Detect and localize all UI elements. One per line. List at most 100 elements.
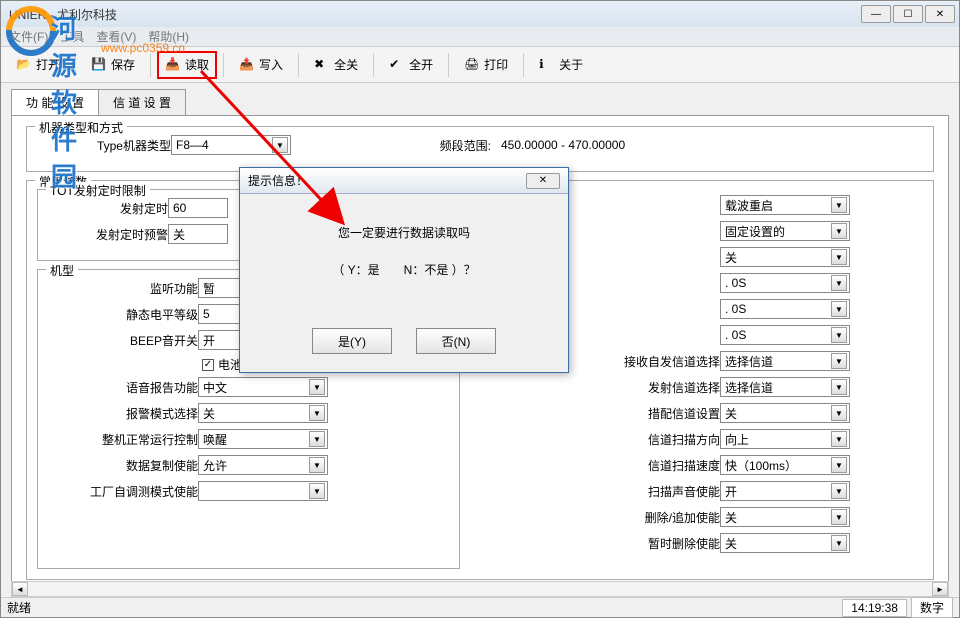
- alarm-combo[interactable]: 关▼: [198, 403, 328, 423]
- write-icon: 📤: [239, 57, 255, 73]
- group-title-1: 机器类型和方式: [35, 119, 127, 136]
- copy-combo[interactable]: 允许▼: [198, 455, 328, 475]
- status-time: 14:19:38: [842, 599, 907, 617]
- tx-timer-combo[interactable]: 60: [168, 198, 228, 218]
- write-button[interactable]: 📤写入: [230, 51, 292, 79]
- batt-save-checkbox[interactable]: ✓: [202, 359, 214, 371]
- r5-combo[interactable]: . 0S▼: [720, 299, 850, 319]
- r3-combo[interactable]: 关▼: [720, 247, 850, 267]
- chevron-down-icon[interactable]: ▼: [831, 535, 847, 551]
- allclose-icon: ✖: [314, 57, 330, 73]
- chevron-down-icon[interactable]: ▼: [831, 197, 847, 213]
- beep-label: BEEP音开关: [48, 332, 198, 349]
- tab-function[interactable]: 功 能 设 置: [11, 89, 99, 115]
- chevron-down-icon[interactable]: ▼: [831, 275, 847, 291]
- type-combo[interactable]: F8—4▼: [171, 135, 291, 155]
- voice-combo[interactable]: 中文▼: [198, 377, 328, 397]
- chevron-down-icon[interactable]: ▼: [272, 137, 288, 153]
- close-button[interactable]: ✕: [925, 5, 955, 23]
- normal-label: 整机正常运行控制: [48, 431, 198, 448]
- normal-combo[interactable]: 唤醒▼: [198, 429, 328, 449]
- tabs: 功 能 设 置 信 道 设 置: [1, 83, 959, 115]
- dialog-line2: （ Y：是 N：不是 ）？: [260, 261, 548, 278]
- r9-label: 措配信道设置: [500, 405, 720, 422]
- chevron-down-icon[interactable]: ▼: [831, 301, 847, 317]
- r14-label: 暂时删除使能: [500, 535, 720, 552]
- dialog-no-button[interactable]: 否(N): [416, 328, 496, 354]
- menu-file[interactable]: 文件(F): [9, 28, 48, 45]
- dialog-title-text: 提示信息！: [248, 172, 308, 189]
- chevron-down-icon[interactable]: ▼: [309, 405, 325, 421]
- r4-combo[interactable]: . 0S▼: [720, 273, 850, 293]
- chevron-down-icon[interactable]: ▼: [831, 483, 847, 499]
- r8-label: 发射信道选择: [500, 379, 720, 396]
- minimize-button[interactable]: —: [861, 5, 891, 23]
- copy-label: 数据复制使能: [48, 457, 198, 474]
- chevron-down-icon[interactable]: ▼: [831, 457, 847, 473]
- confirm-dialog: 提示信息！ ✕ 您一定要进行数据读取吗 （ Y：是 N：不是 ）？ 是(Y) 否…: [239, 167, 569, 373]
- scroll-right-icon[interactable]: ►: [932, 582, 948, 596]
- group-title-4: 机型: [46, 262, 78, 279]
- monitor-label: 监听功能: [48, 280, 198, 297]
- window-title: UNIER - 尤利尔科技: [5, 6, 861, 23]
- chevron-down-icon[interactable]: ▼: [831, 223, 847, 239]
- chevron-down-icon[interactable]: ▼: [831, 249, 847, 265]
- menu-help[interactable]: 帮助(H): [148, 28, 189, 45]
- chevron-down-icon[interactable]: ▼: [831, 405, 847, 421]
- dialog-line1: 您一定要进行数据读取吗: [260, 224, 548, 241]
- factory-combo[interactable]: ▼: [198, 481, 328, 501]
- chevron-down-icon[interactable]: ▼: [309, 457, 325, 473]
- tab-channel[interactable]: 信 道 设 置: [98, 89, 186, 115]
- chevron-down-icon[interactable]: ▼: [309, 431, 325, 447]
- menu-tool[interactable]: 工具: [60, 28, 84, 45]
- chevron-down-icon[interactable]: ▼: [831, 353, 847, 369]
- status-ready: 就绪: [7, 599, 31, 616]
- about-button[interactable]: ℹ关于: [530, 51, 592, 79]
- r13-label: 删除/追加使能: [500, 509, 720, 526]
- print-button[interactable]: 🖨打印: [455, 51, 517, 79]
- scroll-left-icon[interactable]: ◄: [12, 582, 28, 596]
- tx-prealarm-label: 发射定时预警: [48, 226, 168, 243]
- chevron-down-icon[interactable]: ▼: [831, 431, 847, 447]
- horizontal-scrollbar[interactable]: ◄ ►: [11, 581, 949, 597]
- app-window: 河源软件园 www.pc0359.cn UNIER - 尤利尔科技 — ☐ ✕ …: [0, 0, 960, 618]
- r13-combo[interactable]: 关▼: [720, 507, 850, 527]
- menu-view[interactable]: 查看(V): [96, 28, 136, 45]
- dialog-yes-button[interactable]: 是(Y): [312, 328, 392, 354]
- chevron-down-icon[interactable]: ▼: [831, 327, 847, 343]
- print-icon: 🖨: [464, 57, 480, 73]
- r10-combo[interactable]: 向上▼: [720, 429, 850, 449]
- group-title-3: TOT发射定时限制: [46, 182, 150, 199]
- r8-combo[interactable]: 选择信道▼: [720, 377, 850, 397]
- read-button[interactable]: 📥读取: [157, 51, 217, 79]
- save-button[interactable]: 💾保存: [82, 51, 144, 79]
- r14-combo[interactable]: 关▼: [720, 533, 850, 553]
- r1-combo[interactable]: 载波重启▼: [720, 195, 850, 215]
- r12-combo[interactable]: 开▼: [720, 481, 850, 501]
- tx-prealarm-combo[interactable]: 关: [168, 224, 228, 244]
- r2-combo[interactable]: 固定设置的▼: [720, 221, 850, 241]
- chevron-down-icon[interactable]: ▼: [831, 509, 847, 525]
- r11-label: 信道扫描速度: [500, 457, 720, 474]
- r6-combo[interactable]: . 0S▼: [720, 325, 850, 345]
- toolbar: 📂打开 💾保存 📥读取 📤写入 ✖全关 ✔全开 🖨打印 ℹ关于: [1, 47, 959, 83]
- allopen-button[interactable]: ✔全开: [380, 51, 442, 79]
- r9-combo[interactable]: 关▼: [720, 403, 850, 423]
- titlebar: UNIER - 尤利尔科技 — ☐ ✕: [1, 1, 959, 27]
- maximize-button[interactable]: ☐: [893, 5, 923, 23]
- open-button[interactable]: 📂打开: [7, 51, 69, 79]
- allopen-icon: ✔: [389, 57, 405, 73]
- chevron-down-icon[interactable]: ▼: [309, 379, 325, 395]
- r10-label: 信道扫描方向: [500, 431, 720, 448]
- dialog-titlebar: 提示信息！ ✕: [240, 168, 568, 194]
- r11-combo[interactable]: 快（100ms）▼: [720, 455, 850, 475]
- chevron-down-icon[interactable]: ▼: [831, 379, 847, 395]
- freq-range-value: 450.00000 - 470.00000: [491, 138, 625, 152]
- type-label: Type机器类型: [37, 137, 171, 154]
- chevron-down-icon[interactable]: ▼: [309, 483, 325, 499]
- about-icon: ℹ: [539, 57, 555, 73]
- r7-combo[interactable]: 选择信道▼: [720, 351, 850, 371]
- alarm-label: 报警模式选择: [48, 405, 198, 422]
- dialog-close-button[interactable]: ✕: [526, 173, 560, 189]
- allclose-button[interactable]: ✖全关: [305, 51, 367, 79]
